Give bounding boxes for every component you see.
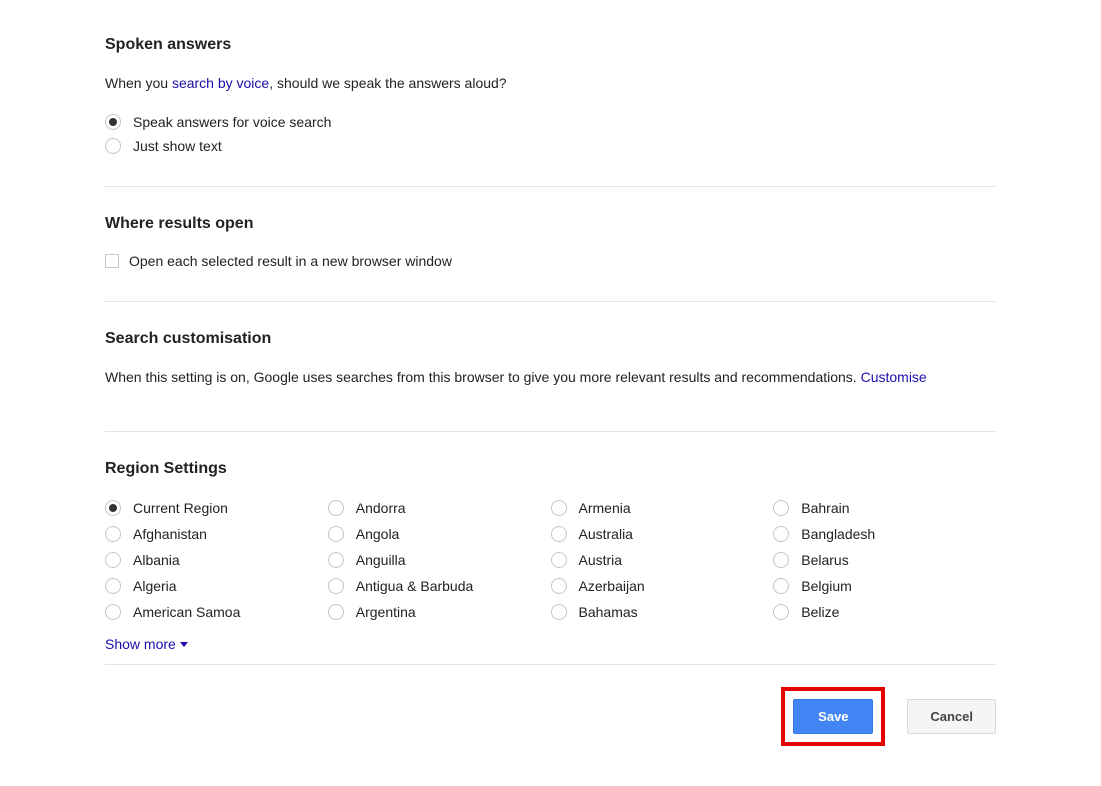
radio-label: Just show text	[133, 138, 222, 154]
search-by-voice-link[interactable]: search by voice	[172, 75, 269, 91]
region-settings-title: Region Settings	[105, 460, 996, 478]
search-custom-desc-text: When this setting is on, Google uses sea…	[105, 369, 861, 385]
section-divider	[105, 186, 996, 187]
radio-icon	[105, 578, 121, 594]
region-label: Bahamas	[579, 604, 638, 620]
radio-icon	[551, 552, 567, 568]
radio-icon	[328, 604, 344, 620]
checkbox-icon	[105, 254, 119, 268]
region-label: Azerbaijan	[579, 578, 645, 594]
region-label: Andorra	[356, 500, 406, 516]
save-highlight-box: Save	[781, 687, 885, 746]
region-label: Bahrain	[801, 500, 849, 516]
region-label: Belgium	[801, 578, 852, 594]
radio-icon	[105, 526, 121, 542]
region-option[interactable]: Belgium	[773, 576, 996, 596]
region-label: Antigua & Barbuda	[356, 578, 474, 594]
button-row: Save Cancel	[105, 665, 996, 746]
radio-icon	[328, 526, 344, 542]
radio-icon	[105, 604, 121, 620]
customise-link[interactable]: Customise	[861, 369, 927, 385]
section-divider	[105, 431, 996, 432]
region-grid: Current Region Andorra Armenia Bahrain Afgha…	[105, 498, 996, 622]
region-option[interactable]: Austria	[551, 550, 774, 570]
region-option[interactable]: Angola	[328, 524, 551, 544]
region-label: Australia	[579, 526, 633, 542]
radio-icon	[328, 578, 344, 594]
region-option[interactable]: Australia	[551, 524, 774, 544]
radio-icon	[773, 526, 789, 542]
save-button[interactable]: Save	[793, 699, 873, 734]
region-option[interactable]: Bangladesh	[773, 524, 996, 544]
radio-icon	[328, 500, 344, 516]
region-option[interactable]: Algeria	[105, 576, 328, 596]
cancel-button[interactable]: Cancel	[907, 699, 996, 734]
region-label: Albania	[133, 552, 180, 568]
region-option[interactable]: Albania	[105, 550, 328, 570]
section-divider	[105, 301, 996, 302]
spoken-desc-prefix: When you	[105, 75, 172, 91]
region-label: Belarus	[801, 552, 848, 568]
show-more-link[interactable]: Show more	[105, 636, 188, 652]
region-option[interactable]: Armenia	[551, 498, 774, 518]
radio-icon	[105, 552, 121, 568]
region-label: Afghanistan	[133, 526, 207, 542]
section-search-customisation: Search customisation When this setting i…	[105, 330, 996, 432]
region-option[interactable]: Belarus	[773, 550, 996, 570]
region-label: Anguilla	[356, 552, 406, 568]
region-option[interactable]: Andorra	[328, 498, 551, 518]
region-option[interactable]: Bahrain	[773, 498, 996, 518]
radio-icon	[773, 500, 789, 516]
radio-icon	[773, 552, 789, 568]
spoken-answers-desc: When you search by voice, should we spea…	[105, 74, 996, 94]
region-label: Bangladesh	[801, 526, 875, 542]
region-option[interactable]: Azerbaijan	[551, 576, 774, 596]
radio-icon	[773, 578, 789, 594]
region-option[interactable]: Afghanistan	[105, 524, 328, 544]
section-region-settings: Region Settings Current Region Andorra Arm…	[105, 460, 996, 664]
radio-icon	[328, 552, 344, 568]
region-label: Current Region	[133, 500, 228, 516]
caret-down-icon	[180, 642, 188, 647]
region-label: Argentina	[356, 604, 416, 620]
search-customisation-desc: When this setting is on, Google uses sea…	[105, 368, 996, 388]
show-more-label: Show more	[105, 636, 176, 652]
radio-icon	[551, 604, 567, 620]
radio-icon	[105, 500, 121, 516]
radio-speak-answers[interactable]: Speak answers for voice search	[105, 114, 996, 130]
radio-icon	[105, 138, 121, 154]
radio-icon	[551, 526, 567, 542]
region-label: Armenia	[579, 500, 631, 516]
radio-icon	[773, 604, 789, 620]
section-where-results-open: Where results open Open each selected re…	[105, 215, 996, 301]
radio-icon	[551, 500, 567, 516]
section-spoken-answers: Spoken answers When you search by voice,…	[105, 36, 996, 186]
region-option[interactable]: Bahamas	[551, 602, 774, 622]
radio-label: Speak answers for voice search	[133, 114, 331, 130]
checkbox-label: Open each selected result in a new brows…	[129, 253, 452, 269]
region-label: Angola	[356, 526, 400, 542]
region-label: American Samoa	[133, 604, 240, 620]
region-option[interactable]: Argentina	[328, 602, 551, 622]
region-option[interactable]: American Samoa	[105, 602, 328, 622]
radio-icon	[105, 114, 121, 130]
where-results-open-title: Where results open	[105, 215, 996, 233]
region-option[interactable]: Current Region	[105, 498, 328, 518]
region-label: Belize	[801, 604, 839, 620]
region-option[interactable]: Anguilla	[328, 550, 551, 570]
search-customisation-title: Search customisation	[105, 330, 996, 348]
spoken-desc-suffix: , should we speak the answers aloud?	[269, 75, 506, 91]
spoken-answers-title: Spoken answers	[105, 36, 996, 54]
radio-just-show-text[interactable]: Just show text	[105, 138, 996, 154]
region-label: Algeria	[133, 578, 177, 594]
region-label: Austria	[579, 552, 623, 568]
radio-icon	[551, 578, 567, 594]
region-option[interactable]: Belize	[773, 602, 996, 622]
checkbox-open-new-window[interactable]: Open each selected result in a new brows…	[105, 253, 996, 269]
region-option[interactable]: Antigua & Barbuda	[328, 576, 551, 596]
